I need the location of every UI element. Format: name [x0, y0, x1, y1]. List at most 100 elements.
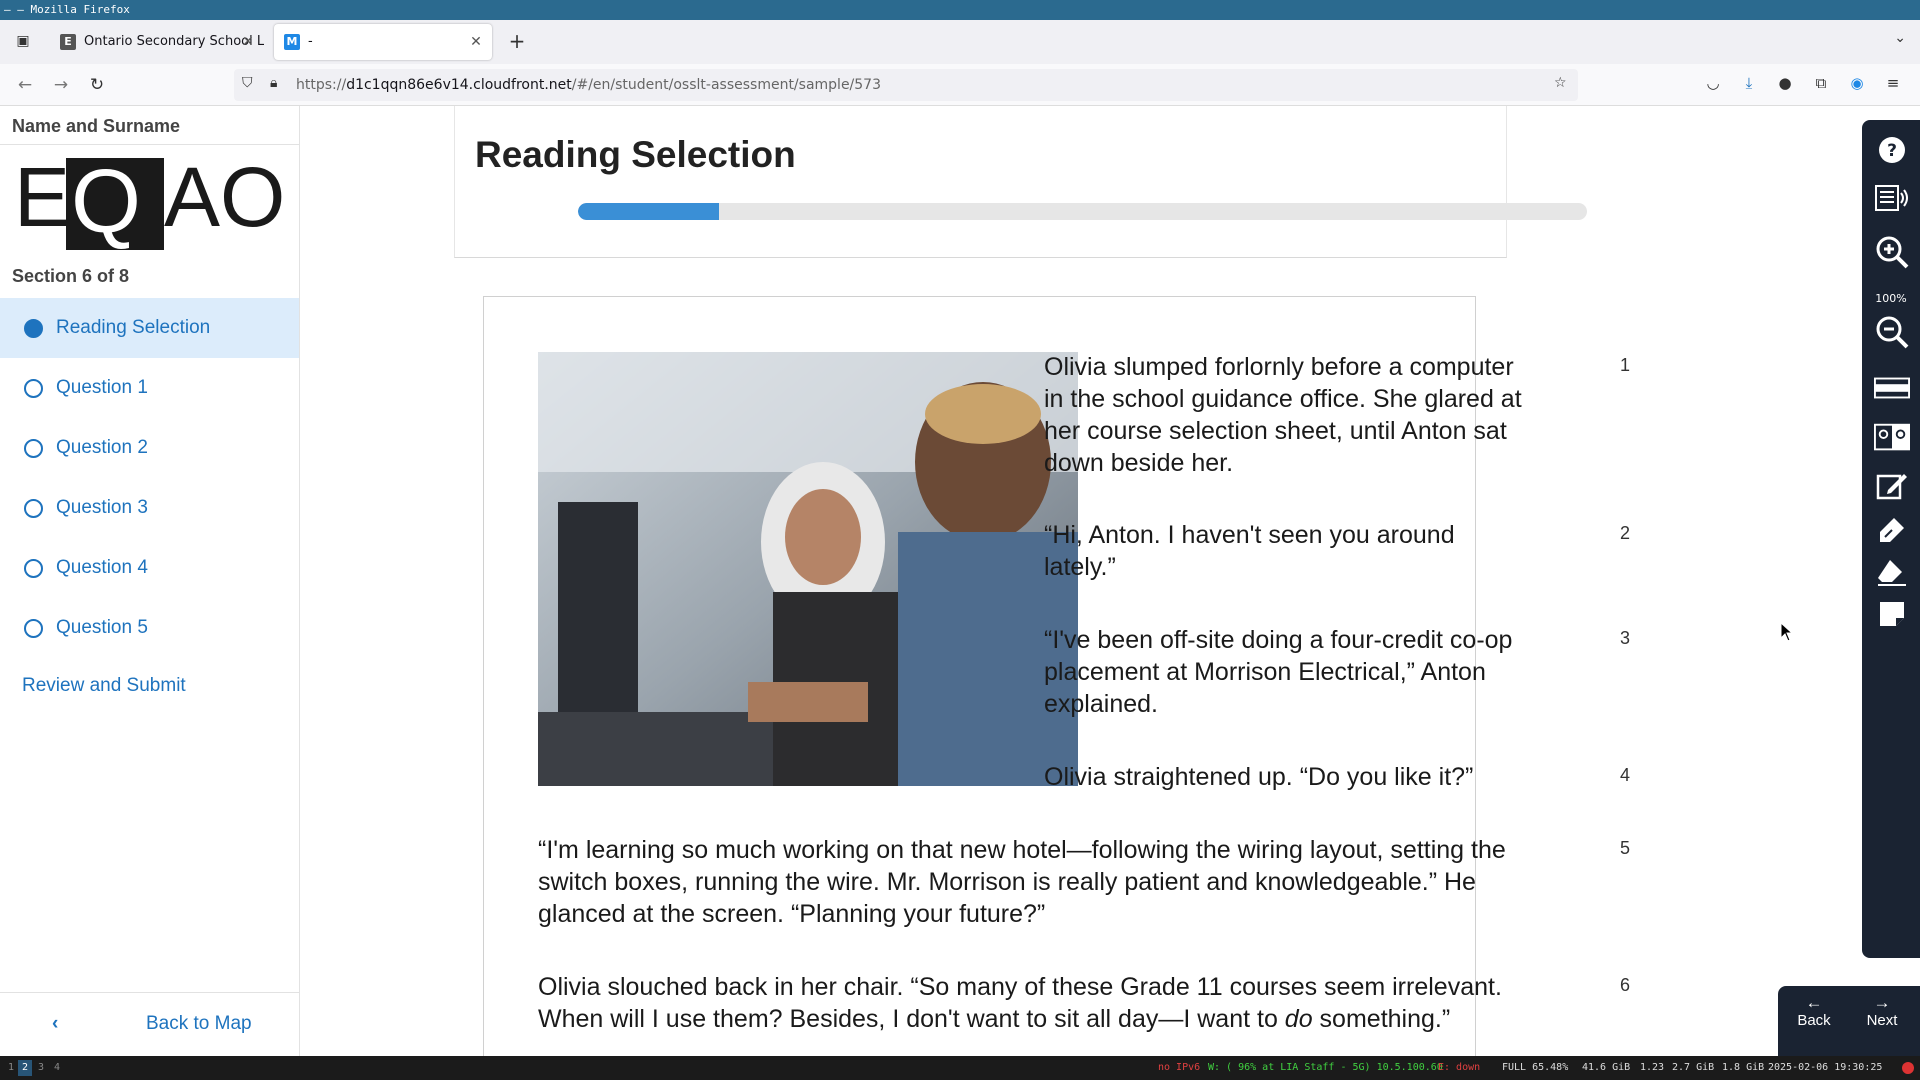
back-arrow-icon[interactable]: ← [14, 74, 36, 96]
paragraph-3: “I've been off-site doing a four-credit … [1044, 626, 1513, 718]
reading-passage: Olivia slumped forlornly before a comput… [483, 296, 1630, 1056]
extensions-icon[interactable]: ⧉ [1810, 74, 1832, 92]
notification-icon[interactable] [1902, 1062, 1914, 1074]
page-navigation: ← Back → Next [1778, 986, 1920, 1056]
sticky-note-icon[interactable] [1874, 596, 1910, 632]
ipv6-status: no IPv6 [1158, 1062, 1201, 1073]
ethernet-status: E: down [1438, 1062, 1481, 1073]
eraser-icon[interactable] [1874, 554, 1910, 590]
swap-status: 1.8 GiB [1722, 1062, 1765, 1073]
url-text[interactable]: https://d1c1qqn86e6v14.cloudfront.net/#/… [296, 69, 881, 101]
section-label: Section 6 of 8 [12, 266, 130, 286]
students-at-computer-photo [538, 352, 1078, 786]
workspace-1[interactable]: 1 [4, 1060, 18, 1076]
workspace-4[interactable]: 4 [50, 1060, 64, 1076]
review-and-submit-link[interactable]: Review and Submit [22, 675, 186, 697]
notepad-icon[interactable] [1874, 468, 1910, 504]
tab-label: Ontario Secondary School L [84, 34, 264, 49]
line-reader-icon[interactable] [1874, 370, 1910, 406]
paragraph-number: 6 [1620, 975, 1631, 995]
url-bar[interactable]: ⛉ 🔒︎ https://d1c1qqn86e6v14.cloudfront.n… [234, 69, 1578, 101]
progress-fill [578, 203, 720, 220]
tab-list-icon[interactable]: ▣ [12, 30, 34, 52]
paragraph-1: Olivia slumped forlornly before a comput… [1044, 353, 1522, 477]
zoom-level: 100% [1875, 292, 1907, 305]
navigation-bar: ← → ↻ ⛉ 🔒︎ https://d1c1qqn86e6v14.cloudf… [0, 64, 1920, 106]
datetime: 2025-02-06 19:30:25 [1768, 1062, 1883, 1073]
nav-item-label: Question 1 [56, 377, 148, 398]
system-status-bar: 1 2 3 4 no IPv6 W: ( 96% at LIA Staff - … [0, 1056, 1920, 1080]
zoom-out-icon[interactable] [1874, 314, 1910, 350]
help-icon[interactable]: ? [1874, 132, 1910, 168]
disk-status: 41.6 GiB [1582, 1062, 1631, 1073]
divider [0, 144, 300, 145]
tab-ontario[interactable]: E Ontario Secondary School L ✕ [50, 24, 264, 60]
wifi-status: W: ( 96% at LIA Staff - 5G) 10.5.100.60 [1208, 1062, 1443, 1073]
contrast-icon[interactable] [1874, 420, 1910, 456]
paragraph-2: “Hi, Anton. I haven't seen you around la… [1044, 521, 1455, 581]
paragraph-5: “I'm learning so much working on that ne… [538, 836, 1506, 928]
reload-icon[interactable]: ↻ [86, 74, 108, 96]
nav-item-label: Question 5 [56, 617, 148, 638]
text-to-speech-icon[interactable] [1874, 180, 1910, 216]
chevron-left-icon: ‹ [52, 1013, 59, 1034]
nav-item-label: Reading Selection [56, 317, 211, 338]
account-icon[interactable]: ◉ [1846, 74, 1868, 92]
paragraph-number: 5 [1620, 838, 1631, 858]
nav-item-question-3[interactable]: Question 3 [0, 478, 299, 538]
paragraph-number: 4 [1620, 765, 1631, 785]
m-favicon-icon: M [284, 34, 300, 50]
workspace-2[interactable]: 2 [18, 1060, 32, 1076]
eqao-logo: E Q AO [14, 156, 284, 250]
mouse-cursor-icon [1780, 622, 1794, 642]
svg-text:AO: AO [164, 156, 284, 244]
paragraph-4: Olivia straightened up. “Do you like it?… [1044, 763, 1474, 791]
pocket-icon[interactable]: ◡ [1702, 74, 1724, 92]
progress-bar [578, 203, 1587, 220]
battery-status: FULL 65.48% [1502, 1062, 1569, 1073]
svg-text:Q: Q [71, 156, 141, 250]
header-card: Reading Selection [454, 106, 1587, 258]
close-tab-icon[interactable]: ✕ [468, 24, 484, 60]
tab-label: - [308, 34, 313, 49]
tab-active[interactable]: M - ✕ [274, 24, 492, 60]
radio-filled-icon [24, 319, 43, 338]
nav-item-question-4[interactable]: Question 4 [0, 538, 299, 598]
nav-item-reading-selection[interactable]: Reading Selection [0, 298, 299, 358]
menu-icon[interactable]: ≡ [1882, 74, 1904, 92]
close-tab-icon[interactable]: ✕ [240, 24, 256, 60]
download-icon[interactable]: ⤓ [1738, 74, 1760, 92]
nav-item-label: Question 4 [56, 557, 148, 578]
shield-icon[interactable]: ⛉ [242, 75, 253, 91]
forward-arrow-icon[interactable]: → [50, 74, 72, 96]
new-tab-icon[interactable]: + [506, 30, 528, 52]
radio-empty-icon [24, 439, 43, 458]
zoom-in-icon[interactable] [1874, 234, 1910, 270]
page-title: Reading Selection [475, 134, 796, 175]
sidebar: Name and Surname E Q AO Section 6 of 8 R… [0, 106, 300, 1056]
nav-item-question-1[interactable]: Question 1 [0, 358, 299, 418]
main-content: Reading Selection Olivia slumped forlorn… [300, 106, 1865, 1056]
divider [0, 992, 299, 993]
highlighter-icon[interactable] [1874, 512, 1910, 548]
load-status: 1.23 [1640, 1062, 1665, 1073]
chevron-down-icon[interactable]: ⌄ [1894, 30, 1906, 46]
workspace-3[interactable]: 3 [34, 1060, 48, 1076]
tab-bar: ▣ E Ontario Secondary School L ✕ M - ✕ +… [0, 20, 1920, 64]
back-to-map-button[interactable]: ‹ Back to Map [0, 1004, 299, 1044]
section-nav: Reading Selection Question 1 Question 2 … [0, 298, 299, 658]
next-button[interactable]: → Next [1852, 994, 1912, 1030]
paragraph-number: 2 [1620, 523, 1631, 543]
radio-empty-icon [24, 499, 43, 518]
nav-item-question-5[interactable]: Question 5 [0, 598, 299, 658]
radio-empty-icon [24, 559, 43, 578]
nav-item-label: Question 2 [56, 437, 148, 458]
extension-k-icon[interactable]: ● [1774, 74, 1796, 92]
lock-icon[interactable]: 🔒︎ [270, 75, 277, 91]
bookmark-star-icon[interactable]: ☆ [1554, 75, 1567, 91]
radio-empty-icon [24, 379, 43, 398]
paragraph-number: 1 [1620, 355, 1631, 375]
back-button[interactable]: ← Back [1784, 994, 1844, 1030]
nav-item-question-2[interactable]: Question 2 [0, 418, 299, 478]
nav-item-label: Question 3 [56, 497, 148, 518]
